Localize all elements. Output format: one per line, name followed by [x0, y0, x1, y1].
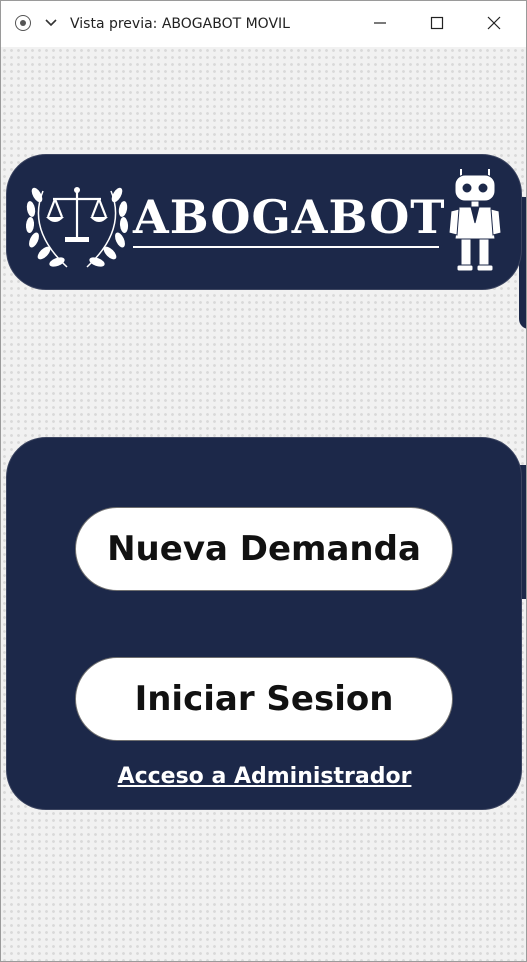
window-title: Vista previa: ABOGABOT MOVIL	[70, 16, 290, 32]
maximize-icon[interactable]	[425, 11, 449, 35]
new-claim-button[interactable]: Nueva Demanda	[75, 507, 453, 591]
scales-of-justice-icon	[46, 187, 108, 242]
record-icon[interactable]	[15, 15, 31, 31]
brand-underline	[133, 246, 439, 248]
chevron-down-icon[interactable]	[45, 18, 57, 28]
close-icon[interactable]	[482, 11, 506, 35]
action-panel	[6, 437, 522, 810]
minimize-icon[interactable]	[368, 11, 392, 35]
preview-window: Vista previa: ABOGABOT MOVIL ABOGABOT Nu…	[0, 0, 527, 962]
login-button[interactable]: Iniciar Sesion	[75, 657, 453, 741]
brand-wordmark: ABOGABOT	[133, 190, 446, 244]
robot-lawyer-icon	[448, 169, 502, 272]
admin-access-link[interactable]: Acceso a Administrador	[1, 764, 526, 789]
title-bar: Vista previa: ABOGABOT MOVIL	[1, 1, 526, 47]
